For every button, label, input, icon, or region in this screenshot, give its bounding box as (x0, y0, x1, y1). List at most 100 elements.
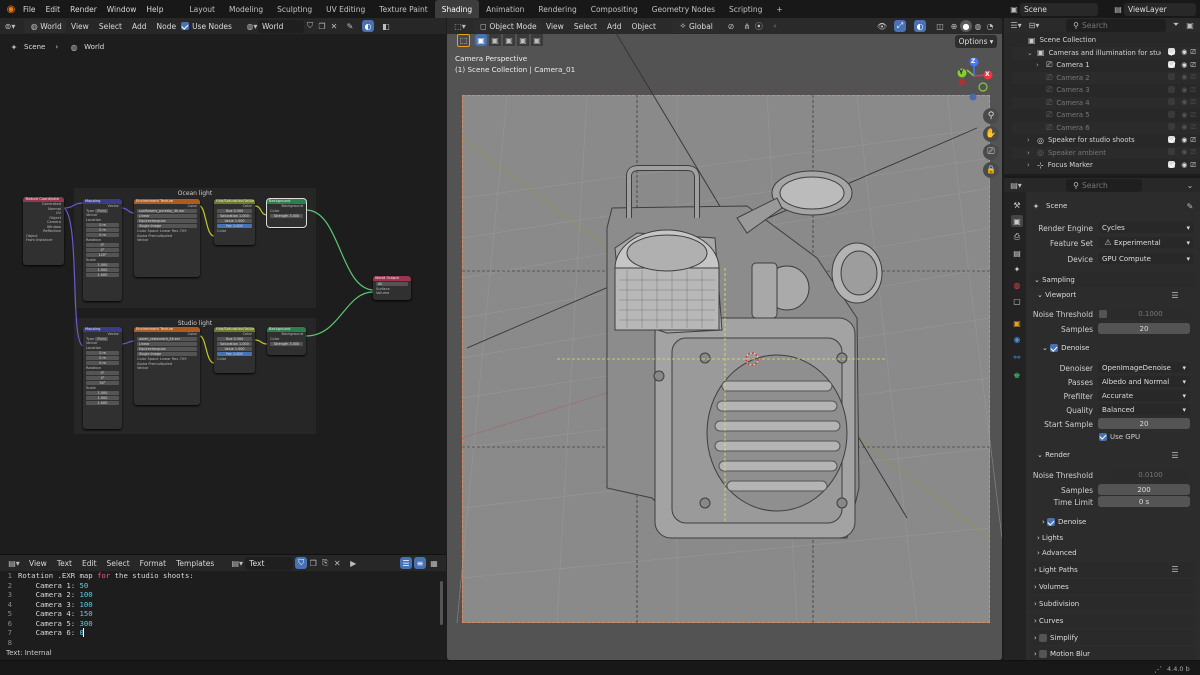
exclude-checkbox[interactable] (1168, 48, 1176, 56)
env-ocean-source[interactable]: Single Image (137, 224, 197, 229)
env-studio-image[interactable]: warm_restaurant_4k.exr (137, 337, 197, 342)
outliner-type-icon[interactable]: ☰▾ (1007, 19, 1025, 31)
output-tab-icon[interactable]: ⎙ (1011, 231, 1023, 243)
motion-blur-panel[interactable]: › Motion Blur (1030, 647, 1195, 660)
render-camera-icon[interactable]: ⎚ (1190, 73, 1196, 82)
line-numbers-icon[interactable]: ☰ (400, 557, 412, 569)
vp-denoise-subpanel[interactable]: ⌄ Denoise (1042, 341, 1200, 355)
collection-tab-icon[interactable]: ▢ (1011, 295, 1023, 307)
mapping-ocean-rot-y[interactable]: 0° (86, 248, 119, 253)
eye-icon[interactable]: ◉ (1181, 48, 1187, 57)
use-gpu-checkbox[interactable] (1099, 432, 1107, 441)
view-layer-tab-icon[interactable]: ▤ (1011, 247, 1023, 259)
text-line[interactable]: 2 Camera 1: 50 (0, 581, 89, 591)
constraints-tab-icon[interactable]: ⚯ (1011, 351, 1023, 363)
node-mapping-studio[interactable]: Mapping Vector Type Point Vector Locatio… (83, 327, 122, 429)
eye-icon[interactable]: ◉ (1181, 111, 1187, 120)
world-tab-icon[interactable]: ◍ (1011, 279, 1023, 291)
te-menu-templates[interactable]: Templates (171, 554, 219, 572)
viewport-subpanel-header[interactable]: ⌄ Viewport ☰ (1037, 288, 1195, 302)
world-output-target[interactable]: All (376, 281, 408, 286)
texcoord-from-instancer[interactable]: From Instancer (23, 238, 64, 243)
lights-subpanel[interactable]: › Lights (1037, 531, 1195, 545)
text-line[interactable]: 7 Camera 6: 0 (0, 628, 84, 638)
scene-selector[interactable]: Scene (1020, 2, 1098, 16)
gizmo-y-label[interactable]: Y (959, 69, 963, 76)
exclude-checkbox[interactable] (1168, 135, 1176, 143)
light-paths-presets-icon[interactable]: ☰ (1169, 564, 1181, 576)
tab-rendering[interactable]: Rendering (531, 0, 583, 18)
te-menu-view[interactable]: View (24, 554, 52, 572)
tab-compositing[interactable]: Compositing (584, 0, 645, 18)
text-name-field[interactable]: Text (245, 556, 294, 570)
bg-ocean-color-in[interactable]: Color (267, 209, 306, 214)
outliner-row[interactable]: › ◎ Speaker for studio shoots ◉ ⎚ (1012, 134, 1200, 147)
text-line[interactable]: 8 (0, 638, 18, 648)
mapping-studio-loc-z[interactable]: 0 m (86, 360, 119, 365)
env-studio-interp[interactable]: Linear (137, 342, 197, 347)
subdivision-panel[interactable]: › Subdivision (1030, 596, 1195, 611)
bg-studio-strength[interactable]: Strength 3.000 (270, 341, 303, 346)
node-env-texture-studio[interactable]: Environment Texture Color warm_restauran… (134, 327, 200, 405)
camera-view-icon[interactable]: ⎚ (983, 144, 999, 160)
mapping-studio-scale-y[interactable]: 1.000 (86, 396, 119, 401)
word-wrap-icon[interactable]: ≡ (414, 557, 426, 569)
vp-noise-threshold-field[interactable]: 0.1000 (1111, 308, 1190, 319)
node-world-output[interactable]: World Output All Surface Volume (373, 276, 411, 300)
outliner-row[interactable]: ⎚ Camera 2 ◉ ⎚ (1012, 71, 1200, 84)
exclude-checkbox[interactable] (1168, 85, 1176, 93)
text-open-icon[interactable]: ⎘ (319, 557, 331, 569)
zoom-icon[interactable]: ⚲ (983, 108, 999, 124)
mapping-ocean-loc-y[interactable]: 0 m (86, 227, 119, 232)
mapping-studio-loc-y[interactable]: 0 m (86, 355, 119, 360)
outliner-row[interactable]: ⎚ Camera 3 ◉ ⎚ (1012, 84, 1200, 97)
pan-hand-icon[interactable]: ✋ (983, 126, 999, 142)
text-lines[interactable]: 1 Rotation .EXR map for the studio shoots… (0, 571, 440, 661)
tab-uv-editing[interactable]: UV Editing (319, 0, 372, 18)
denoiser-select[interactable]: OpenImageDenoise ▾ (1098, 362, 1190, 373)
feature-set-select[interactable]: ⚠ Experimental ▾ (1098, 237, 1194, 248)
render-camera-icon[interactable]: ⎚ (1190, 111, 1196, 120)
render-camera-icon[interactable]: ⎚ (1190, 148, 1196, 157)
display-mode-icon[interactable]: ⊟▾ (1025, 19, 1043, 31)
text-line[interactable]: 4 Camera 3: 100 (0, 600, 93, 610)
text-line[interactable]: 5 Camera 4: 150 (0, 609, 93, 619)
exclude-checkbox[interactable] (1168, 160, 1176, 168)
text-unlink-icon[interactable]: ✕ (331, 557, 343, 569)
physics-tab-icon[interactable]: ◉ (1011, 333, 1023, 345)
text-line[interactable]: 6 Camera 5: 300 (0, 619, 93, 629)
expand-chevron-icon[interactable]: › (1027, 161, 1035, 169)
render-subpanel-header[interactable]: ⌄ Render ☰ (1037, 448, 1195, 462)
outliner-row[interactable]: › ⊹ Focus Marker ◉ ⎚ (1012, 159, 1200, 172)
r-noise-threshold-field[interactable]: 0.0100 (1111, 469, 1190, 480)
outliner-row[interactable]: › ◎ Speaker ambient ◉ ⎚ (1012, 146, 1200, 159)
huesat-ocean-color-out[interactable]: Color (214, 204, 255, 209)
node-editor[interactable]: ⊚▾ ◍ World View Select Add Node Use Nodes… (0, 18, 446, 554)
huesat-ocean-fac[interactable]: Fac 1.000 (217, 224, 252, 229)
exclude-checkbox[interactable] (1168, 98, 1176, 106)
tab-modeling[interactable]: Modeling (222, 0, 270, 18)
outliner-row[interactable]: ⎚ Camera 4 ◉ ⎚ (1012, 96, 1200, 109)
blender-logo-icon[interactable]: ◉ (4, 3, 18, 15)
run-script-icon[interactable]: ▶ (347, 557, 359, 569)
env-studio-projection[interactable]: Equirectangular (137, 347, 197, 352)
prefilter-select[interactable]: Accurate ▾ (1098, 390, 1190, 401)
render-camera-icon[interactable]: ⎚ (1190, 136, 1196, 145)
outliner-row[interactable]: › ⎚ Camera 1 ◉ ⎚ (1012, 59, 1200, 72)
view-layer-selector[interactable]: ViewLayer (1124, 2, 1196, 16)
vp-samples-field[interactable]: 20 (1098, 323, 1190, 334)
node-hue-sat-ocean[interactable]: Hue/Saturation/Value Color Hue 0.500 Sat… (214, 199, 255, 245)
viewport-3d[interactable]: ⬚▾ ◻ Object Mode View Select Add Object ⟡… (447, 18, 1002, 660)
text-browse-icon[interactable]: ▤▾ (229, 557, 245, 569)
device-select[interactable]: GPU Compute ▾ (1098, 253, 1194, 264)
passes-select[interactable]: Albedo and Normal ▾ (1098, 376, 1190, 387)
text-line[interactable]: 1 Rotation .EXR map for the studio shoots… (0, 571, 194, 581)
huesat-studio-hue[interactable]: Hue 0.500 (217, 337, 252, 342)
simplify-panel[interactable]: › Simplify (1030, 630, 1195, 645)
te-menu-text[interactable]: Text (52, 554, 77, 572)
text-line[interactable]: 3 Camera 2: 100 (0, 590, 93, 600)
object-tab-icon[interactable]: ▣ (1011, 317, 1023, 329)
huesat-ocean-value[interactable]: Value 1.000 (217, 219, 252, 224)
huesat-studio-color-in[interactable]: Color (214, 357, 255, 362)
properties-type-icon[interactable]: ▤▾ (1007, 179, 1025, 191)
